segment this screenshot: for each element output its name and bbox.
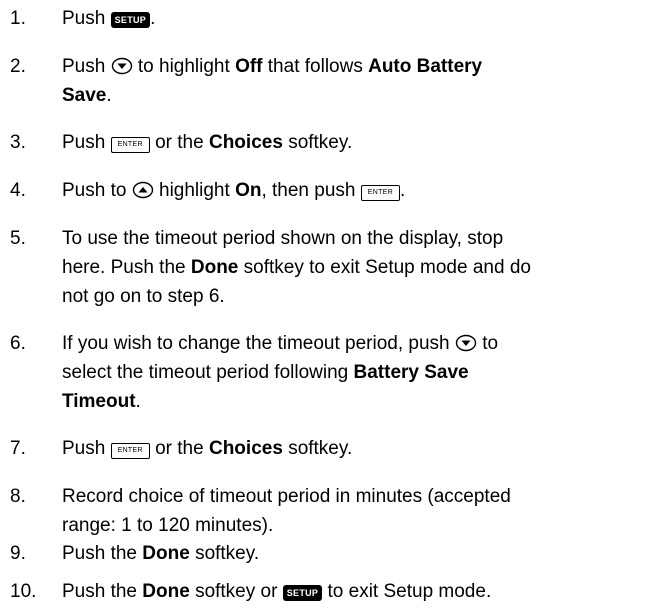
step-number: 9. [10,543,26,564]
step-number: 3. [10,132,26,153]
step-text: Push SETUP. [62,8,156,29]
step-text: Push to highlight On, then push ENTER. [62,180,406,201]
step-text: Push ENTER or the Choices softkey. [62,132,353,153]
step-text: To use the timeout period shown on the d… [62,228,531,307]
step-number: 5. [10,228,26,249]
step-text: Push to highlight Off that follows Auto … [62,56,483,106]
step-number: 7. [10,438,26,459]
enter-key-icon: ENTER [110,137,150,153]
step-text: Push ENTER or the Choices softkey. [62,438,353,459]
enter-key-icon: ENTER [360,185,400,201]
step-number: 8. [10,486,26,507]
step-text: Push the Done softkey. [62,543,260,564]
step-number: 1. [10,8,26,29]
step-number: 10. [10,581,37,602]
step-number: 2. [10,56,26,77]
setup-key-icon: SETUP [282,585,323,601]
down-arrow-key-icon [111,57,132,75]
step-text: Push the Done softkey or SETUP to exit S… [62,581,492,602]
up-arrow-key-icon [132,181,153,199]
step-number: 4. [10,180,26,201]
setup-key-icon: SETUP [110,12,151,28]
down-arrow-key-icon [455,334,477,352]
step-text: If you wish to change the timeout period… [62,333,499,412]
step-number: 6. [10,333,26,354]
step-text: Record choice of timeout period in minut… [62,486,511,536]
enter-key-icon: ENTER [110,443,150,459]
